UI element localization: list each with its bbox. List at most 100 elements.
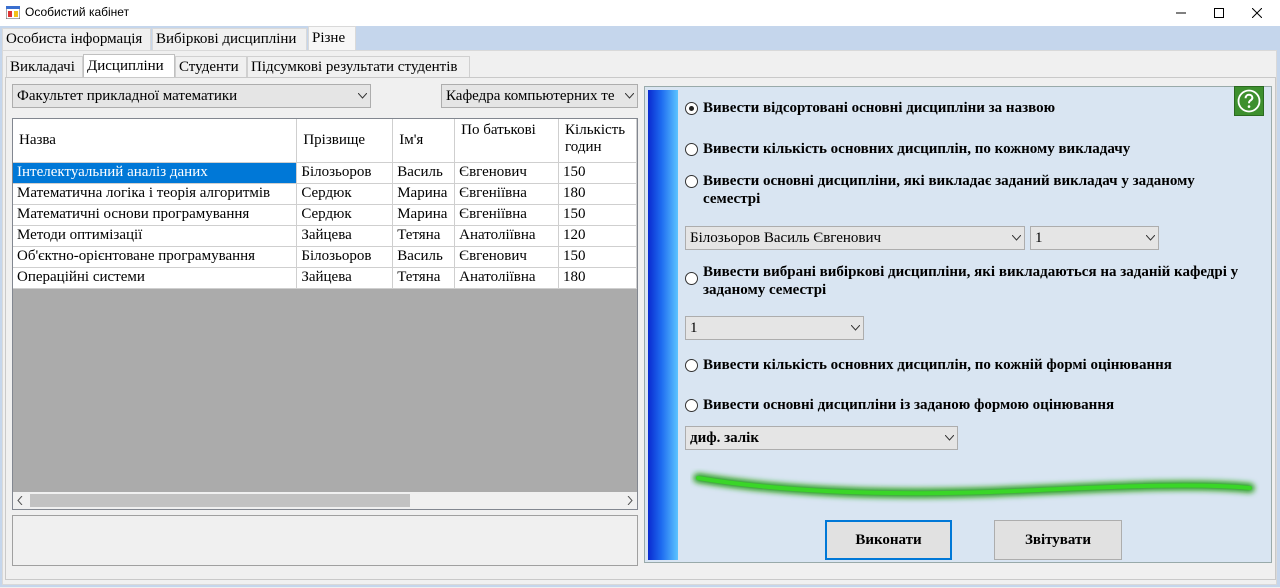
semester-select[interactable]: 1 [1030, 226, 1159, 250]
column-header-surname[interactable]: Прізвище [296, 119, 394, 163]
option-count-per-assessment[interactable]: Вивести кількість основних дисциплін, по… [685, 356, 1172, 374]
help-button[interactable] [1234, 86, 1264, 116]
execute-button[interactable]: Виконати [825, 520, 952, 560]
close-icon [1252, 8, 1262, 18]
column-header-hours[interactable]: Кількість годин [558, 119, 637, 163]
option-electives-department[interactable]: Вивести вибрані вибіркові дисципліни, як… [685, 263, 1255, 299]
option-label: Вивести відсортовані основні дисципліни … [703, 100, 1056, 116]
option-by-assessment[interactable]: Вивести основні дисципліни із заданою фо… [685, 396, 1114, 414]
minimize-icon [1176, 12, 1186, 14]
radio-button[interactable] [685, 359, 698, 372]
option-teacher-semester[interactable]: Вивести основні дисципліни, які викладає… [685, 172, 1245, 208]
tab-student-results[interactable]: Підсумкові результати студентів [247, 56, 470, 78]
radio-button[interactable] [685, 399, 698, 412]
cell-surname[interactable]: Зайцева [296, 267, 394, 289]
option-count-per-teacher[interactable]: Вивести кількість основних дисциплін, по… [685, 140, 1130, 158]
cell-hours[interactable]: 180 [558, 267, 637, 289]
cell-patronymic[interactable]: Євгеніївна [454, 204, 560, 226]
cell-name[interactable]: Математична логіка і теорія алгоритмів [13, 183, 298, 205]
cell-name[interactable]: Інтелектуальний аналіз даних [13, 162, 298, 184]
tab-teachers[interactable]: Викладачі [6, 56, 83, 78]
chevron-left-icon[interactable] [17, 496, 23, 505]
report-button[interactable]: Звітувати [994, 520, 1122, 560]
chevron-down-icon [1142, 227, 1158, 249]
cell-name[interactable]: Математичні основи програмування [13, 204, 298, 226]
chevron-down-icon [621, 85, 637, 107]
grid-header-row: Назва Прізвище Ім'я По батькові Кількіст… [13, 119, 637, 163]
cell-patronymic[interactable]: Анатоліївна [454, 225, 560, 247]
faculty-select[interactable]: Факультет прикладної математики [12, 84, 371, 108]
cell-hours[interactable]: 120 [558, 225, 637, 247]
cell-surname[interactable]: Зайцева [296, 225, 394, 247]
chevron-right-icon[interactable] [627, 496, 633, 505]
option-label: Вивести кількість основних дисциплін, по… [703, 357, 1172, 373]
gradient-decoration [648, 90, 678, 560]
cell-patronymic[interactable]: Євгеніївна [454, 183, 560, 205]
output-box[interactable] [12, 515, 638, 566]
cell-first-name[interactable]: Василь [392, 246, 456, 268]
chevron-down-icon [354, 85, 370, 107]
cell-first-name[interactable]: Василь [392, 162, 456, 184]
tab-personal-info[interactable]: Особиста інформація [2, 28, 151, 50]
maximize-icon [1214, 8, 1224, 18]
column-header-name[interactable]: Назва [13, 119, 298, 163]
cell-hours[interactable]: 150 [558, 246, 637, 268]
assessment-select[interactable]: диф. залік [685, 426, 958, 450]
tab-misc[interactable]: Різне [308, 26, 356, 50]
option-label: Вивести вибрані вибіркові дисципліни, як… [703, 264, 1239, 298]
cell-surname[interactable]: Сердюк [296, 183, 394, 205]
semester-select-2[interactable]: 1 [685, 316, 864, 340]
cell-patronymic[interactable]: Євгенович [454, 246, 560, 268]
table-row[interactable]: Операційні системи Зайцева Тетяна Анатол… [13, 267, 637, 289]
cell-hours[interactable]: 150 [558, 162, 637, 184]
tab-electives[interactable]: Вибіркові дисципліни [152, 28, 307, 50]
semester-value-2: 1 [690, 319, 698, 336]
column-header-first-name[interactable]: Ім'я [392, 119, 456, 163]
table-row[interactable]: Математичні основи програмування Сердюк … [13, 204, 637, 226]
horizontal-scrollbar[interactable] [13, 492, 637, 509]
cell-hours[interactable]: 180 [558, 183, 637, 205]
semester-value: 1 [1035, 229, 1043, 246]
cell-name[interactable]: Операційні системи [13, 267, 298, 289]
radio-button-selected[interactable] [685, 102, 698, 115]
table-row[interactable]: Інтелектуальний аналіз даних Білозьоров … [13, 162, 637, 184]
tab-disciplines[interactable]: Дисципліни [83, 54, 175, 78]
department-select[interactable]: Кафедра компьютерних те [441, 84, 638, 108]
option-label: Вивести кількість основних дисциплін, по… [703, 141, 1131, 157]
cell-surname[interactable]: Білозьоров [296, 246, 394, 268]
faculty-value: Факультет прикладної математики [17, 87, 238, 104]
cell-name[interactable]: Об'єктно-орієнтоване програмування [13, 246, 298, 268]
cell-first-name[interactable]: Марина [392, 183, 456, 205]
assessment-value: диф. залік [690, 429, 759, 446]
title-bar [0, 0, 1280, 26]
cell-patronymic[interactable]: Євгенович [454, 162, 560, 184]
cell-name[interactable]: Методи оптимізації [13, 225, 298, 247]
cell-first-name[interactable]: Марина [392, 204, 456, 226]
teacher-select[interactable]: Білозьоров Василь Євгенович [685, 226, 1025, 250]
table-row[interactable]: Математична логіка і теорія алгоритмів С… [13, 183, 637, 205]
chevron-down-icon [941, 427, 957, 449]
table-row[interactable]: Об'єктно-орієнтоване програмування Білоз… [13, 246, 637, 268]
cell-patronymic[interactable]: Анатоліївна [454, 267, 560, 289]
cell-hours[interactable]: 150 [558, 204, 637, 226]
teacher-value: Білозьоров Василь Євгенович [690, 229, 882, 246]
radio-button[interactable] [685, 143, 698, 156]
option-label: Вивести основні дисципліни, які викладає… [703, 173, 1195, 207]
column-header-patronymic[interactable]: По батькові [454, 119, 560, 163]
option-sorted-disciplines[interactable]: Вивести відсортовані основні дисципліни … [685, 99, 1055, 117]
cell-first-name[interactable]: Тетяна [392, 267, 456, 289]
close-button[interactable] [1234, 0, 1280, 26]
option-label: Вивести основні дисципліни із заданою фо… [703, 397, 1115, 413]
radio-button[interactable] [685, 272, 698, 285]
chevron-down-icon [847, 317, 863, 339]
table-row[interactable]: Методи оптимізації Зайцева Тетяна Анатол… [13, 225, 637, 247]
disciplines-grid[interactable]: Назва Прізвище Ім'я По батькові Кількіст… [12, 118, 638, 510]
cell-surname[interactable]: Білозьоров [296, 162, 394, 184]
tab-students[interactable]: Студенти [175, 56, 247, 78]
department-value: Кафедра компьютерних те [446, 87, 615, 104]
cell-surname[interactable]: Сердюк [296, 204, 394, 226]
cell-first-name[interactable]: Тетяна [392, 225, 456, 247]
chevron-down-icon [1008, 227, 1024, 249]
scrollbar-thumb[interactable] [30, 494, 410, 507]
radio-button[interactable] [685, 175, 698, 188]
